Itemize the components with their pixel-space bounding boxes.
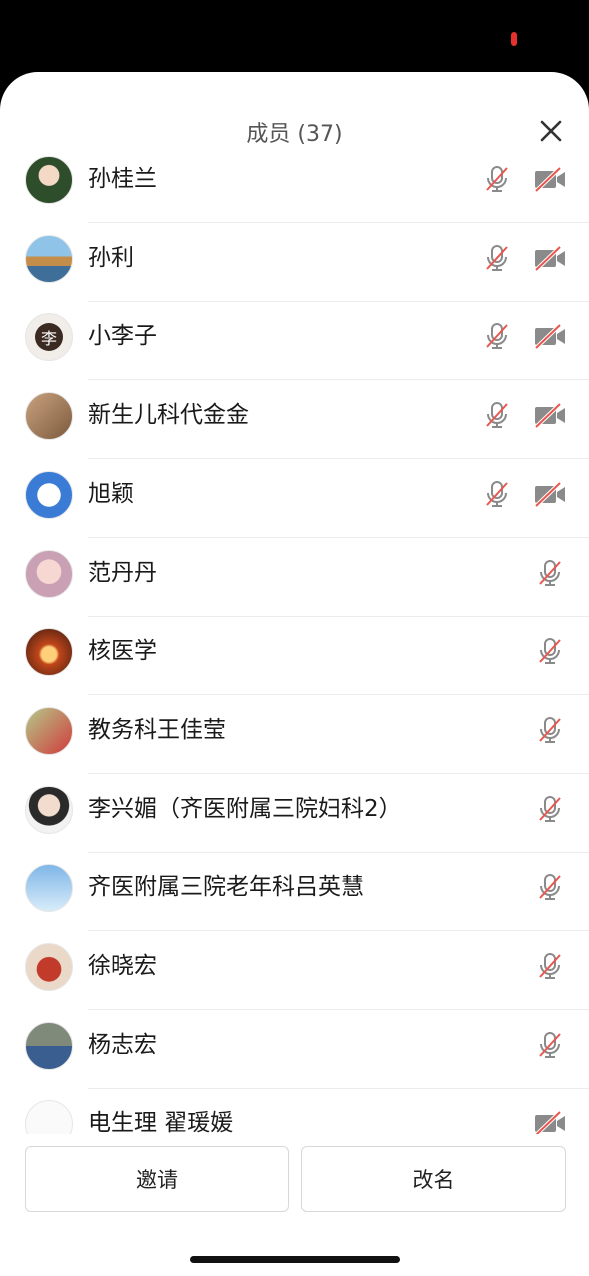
member-row[interactable]: 李兴媚（齐医附属三院妇科2） [0, 774, 589, 853]
member-name: 电生理 翟瑗媛 [88, 1110, 234, 1134]
avatar-text: 李 [35, 323, 63, 352]
mic-muted-icon[interactable] [535, 872, 565, 902]
member-row[interactable]: 孙桂兰 [0, 144, 589, 223]
mic-muted-icon[interactable] [482, 400, 512, 430]
member-name: 杨志宏 [88, 1031, 157, 1058]
avatar [25, 706, 73, 755]
avatar [25, 864, 73, 913]
camera-off-icon[interactable] [533, 321, 567, 351]
member-row[interactable]: 新生儿科代金金 [0, 380, 589, 460]
member-row[interactable]: 教务科王佳莹 [0, 695, 589, 774]
mic-muted-icon[interactable] [535, 1030, 565, 1060]
avatar [25, 1100, 73, 1134]
member-row[interactable]: 孙利 [0, 223, 589, 302]
mic-muted-icon[interactable] [535, 636, 565, 666]
avatar [25, 470, 73, 519]
camera-off-icon[interactable] [533, 164, 567, 194]
member-row[interactable]: 核医学 [0, 616, 589, 696]
close-icon[interactable] [536, 116, 566, 146]
members-sheet: 成员 (37) 孙桂兰 孙利 李小李子 新生儿科代金金 旭颖 范丹丹 核医学 教… [0, 72, 589, 1276]
member-name: 孙桂兰 [88, 166, 157, 192]
member-name: 孙利 [88, 244, 134, 271]
avatar [25, 943, 73, 991]
mic-muted-icon[interactable] [535, 715, 565, 745]
avatar [25, 628, 73, 677]
avatar [25, 1021, 73, 1070]
avatar [25, 392, 73, 441]
avatar [25, 156, 73, 204]
member-row[interactable]: 杨志宏 [0, 1010, 589, 1089]
recording-indicator [511, 32, 517, 46]
member-row[interactable]: 范丹丹 [0, 538, 589, 617]
avatar [25, 785, 73, 834]
avatar [25, 234, 73, 283]
member-list[interactable]: 孙桂兰 孙利 李小李子 新生儿科代金金 旭颖 范丹丹 核医学 教务科王佳莹 李兴… [0, 144, 589, 1134]
member-name: 核医学 [88, 638, 157, 665]
member-name: 旭颖 [88, 480, 134, 507]
mic-muted-icon[interactable] [482, 164, 512, 194]
mic-muted-icon[interactable] [482, 321, 512, 351]
member-row[interactable]: 齐医附属三院老年科吕英慧 [0, 852, 589, 932]
member-name: 教务科王佳莹 [88, 716, 226, 743]
camera-off-icon[interactable] [533, 479, 567, 509]
avatar: 李 [25, 313, 73, 362]
member-name: 新生儿科代金金 [88, 402, 249, 429]
member-name: 范丹丹 [88, 559, 157, 586]
home-indicator [190, 1256, 400, 1263]
rename-button[interactable]: 改名 [301, 1146, 566, 1212]
mic-muted-icon[interactable] [482, 243, 512, 273]
mic-muted-icon[interactable] [482, 479, 512, 509]
mic-muted-icon[interactable] [535, 951, 565, 981]
avatar [25, 549, 73, 598]
member-row[interactable]: 电生理 翟瑗媛 [0, 1088, 589, 1134]
mic-muted-icon[interactable] [535, 794, 565, 824]
member-name: 齐医附属三院老年科吕英慧 [88, 874, 364, 901]
member-row[interactable]: 徐晓宏 [0, 931, 589, 1010]
mic-muted-icon[interactable] [535, 558, 565, 588]
camera-off-icon[interactable] [533, 1108, 567, 1134]
member-name: 徐晓宏 [88, 953, 157, 979]
member-name: 小李子 [88, 323, 157, 350]
member-row[interactable]: 旭颖 [0, 459, 589, 538]
member-name: 李兴媚（齐医附属三院妇科2） [88, 795, 402, 822]
camera-off-icon[interactable] [533, 243, 567, 273]
invite-button[interactable]: 邀请 [25, 1146, 289, 1212]
camera-off-icon[interactable] [533, 400, 567, 430]
member-row[interactable]: 李小李子 [0, 301, 589, 381]
